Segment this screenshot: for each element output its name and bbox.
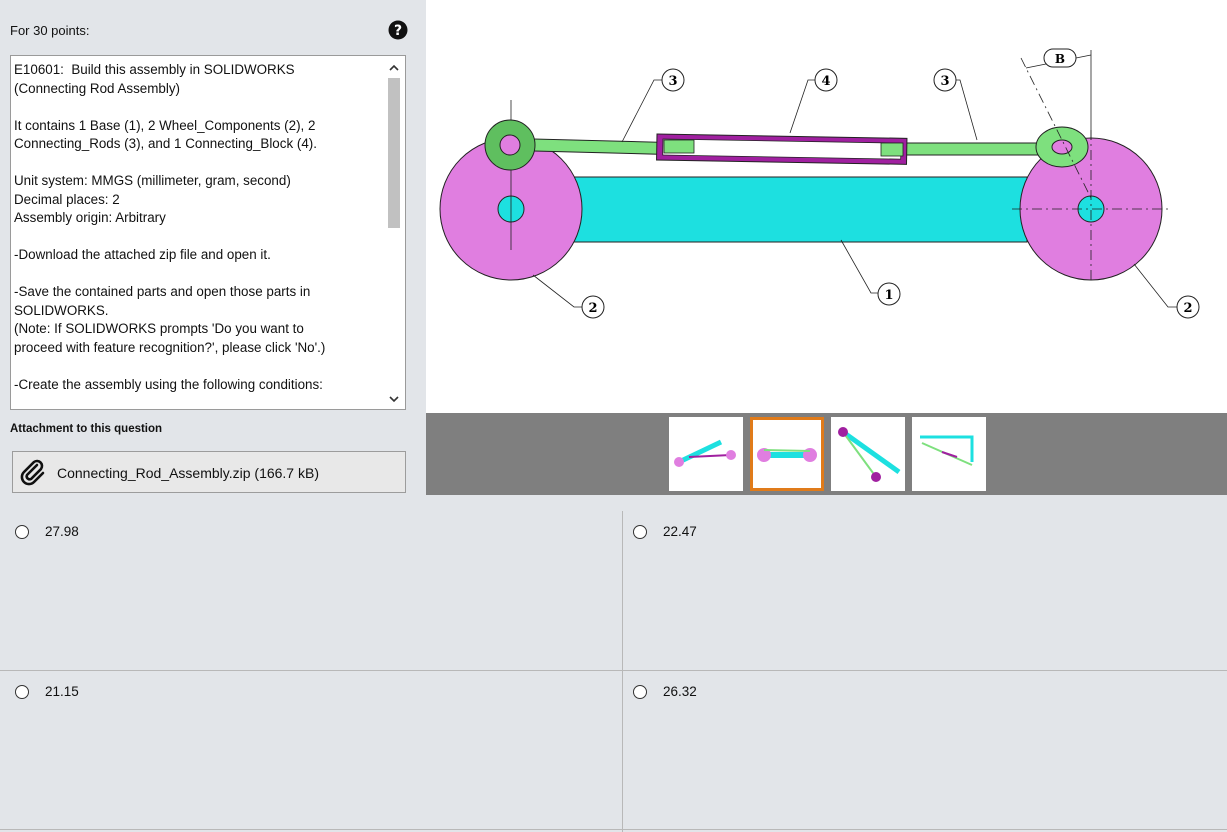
thumbnail-strip	[426, 413, 1227, 495]
callout-2-right: 2	[1176, 295, 1200, 319]
attachment-download-button[interactable]: Connecting_Rod_Assembly.zip (166.7 kB)	[12, 451, 406, 493]
answer-radio-3[interactable]	[15, 685, 29, 699]
attachment-file-name: Connecting_Rod_Assembly.zip (166.7 kB)	[57, 465, 319, 481]
scroll-up-icon[interactable]	[388, 62, 400, 74]
paperclip-icon	[20, 459, 45, 486]
answer-value-2: 22.47	[663, 524, 697, 539]
answers-divider-vertical	[622, 511, 623, 832]
callout-2-left-label: 2	[588, 301, 597, 316]
question-text-box[interactable]: E10601: Build this assembly in SOLIDWORK…	[10, 55, 406, 410]
callout-2-left: 2	[581, 295, 605, 319]
attachment-label: Attachment to this question	[10, 423, 163, 435]
answers-divider-bottom	[0, 829, 1227, 830]
answer-value-4: 26.32	[663, 684, 697, 699]
question-text: E10601: Build this assembly in SOLIDWORK…	[14, 62, 326, 392]
answer-value-1: 27.98	[45, 524, 79, 539]
question-panel: For 30 points: ? E10601: Build this asse…	[0, 0, 426, 496]
answer-radio-2[interactable]	[633, 525, 647, 539]
scroll-thumb[interactable]	[388, 78, 400, 228]
callout-4: 4	[814, 68, 838, 92]
callout-2-right-label: 2	[1183, 301, 1192, 316]
answer-value-3: 21.15	[45, 684, 79, 699]
points-label: For 30 points:	[10, 23, 90, 38]
thumbnail-1[interactable]	[669, 417, 743, 491]
thumbnail-3[interactable]	[831, 417, 905, 491]
answers-divider-horizontal	[0, 670, 1227, 671]
assembly-drawing: 3 4 3 B 1 2 2	[426, 0, 1227, 413]
svg-text:?: ?	[394, 23, 402, 39]
thumbnail-4[interactable]	[912, 417, 986, 491]
callout-3-right-label: 3	[940, 74, 949, 89]
question-circle-icon[interactable]: ?	[388, 20, 408, 40]
callout-1: 1	[877, 282, 901, 306]
base-part	[561, 176, 1028, 243]
answer-radio-4[interactable]	[633, 685, 647, 699]
callout-b: B	[1043, 48, 1077, 68]
callout-3-left: 3	[661, 68, 685, 92]
callout-b-label: B	[1055, 52, 1065, 66]
scroll-down-icon[interactable]	[388, 393, 400, 405]
callout-1-label: 1	[884, 288, 893, 303]
callout-3-left-label: 3	[668, 74, 677, 89]
answer-radio-1[interactable]	[15, 525, 29, 539]
thumbnail-2[interactable]	[750, 417, 824, 491]
callout-4-label: 4	[821, 74, 830, 89]
callout-3-right: 3	[933, 68, 957, 92]
scrollbar[interactable]	[383, 56, 405, 409]
assembly-drawing-svg: 3 4 3 B 1 2 2	[439, 48, 1200, 319]
